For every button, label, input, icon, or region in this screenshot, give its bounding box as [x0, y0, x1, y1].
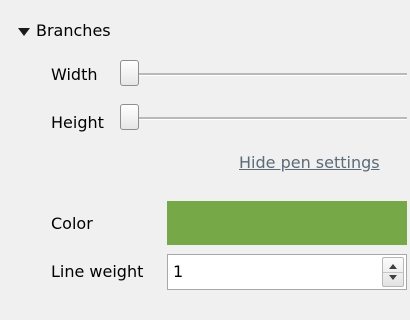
height-label: Height: [51, 113, 104, 132]
arrow-up-icon[interactable]: [389, 264, 397, 269]
height-slider[interactable]: [120, 104, 407, 132]
arrow-down-icon[interactable]: [389, 275, 397, 280]
width-slider-handle[interactable]: [120, 60, 139, 86]
hide-pen-settings-link[interactable]: Hide pen settings: [239, 152, 380, 174]
color-label: Color: [51, 214, 93, 233]
spin-buttons[interactable]: [382, 257, 404, 287]
section-title-branches[interactable]: Branches: [36, 20, 111, 42]
width-slider-track[interactable]: [120, 73, 407, 76]
line-weight-value[interactable]: 1: [173, 261, 183, 283]
color-swatch-button[interactable]: [167, 201, 407, 245]
triangle-down-icon[interactable]: [18, 28, 30, 36]
width-slider[interactable]: [120, 60, 407, 88]
height-slider-track[interactable]: [120, 117, 407, 120]
line-weight-label: Line weight: [51, 262, 144, 281]
spin-divider: [383, 272, 403, 273]
line-weight-spinbox[interactable]: 1: [167, 254, 407, 290]
width-label: Width: [51, 65, 98, 84]
height-slider-handle[interactable]: [120, 104, 139, 130]
